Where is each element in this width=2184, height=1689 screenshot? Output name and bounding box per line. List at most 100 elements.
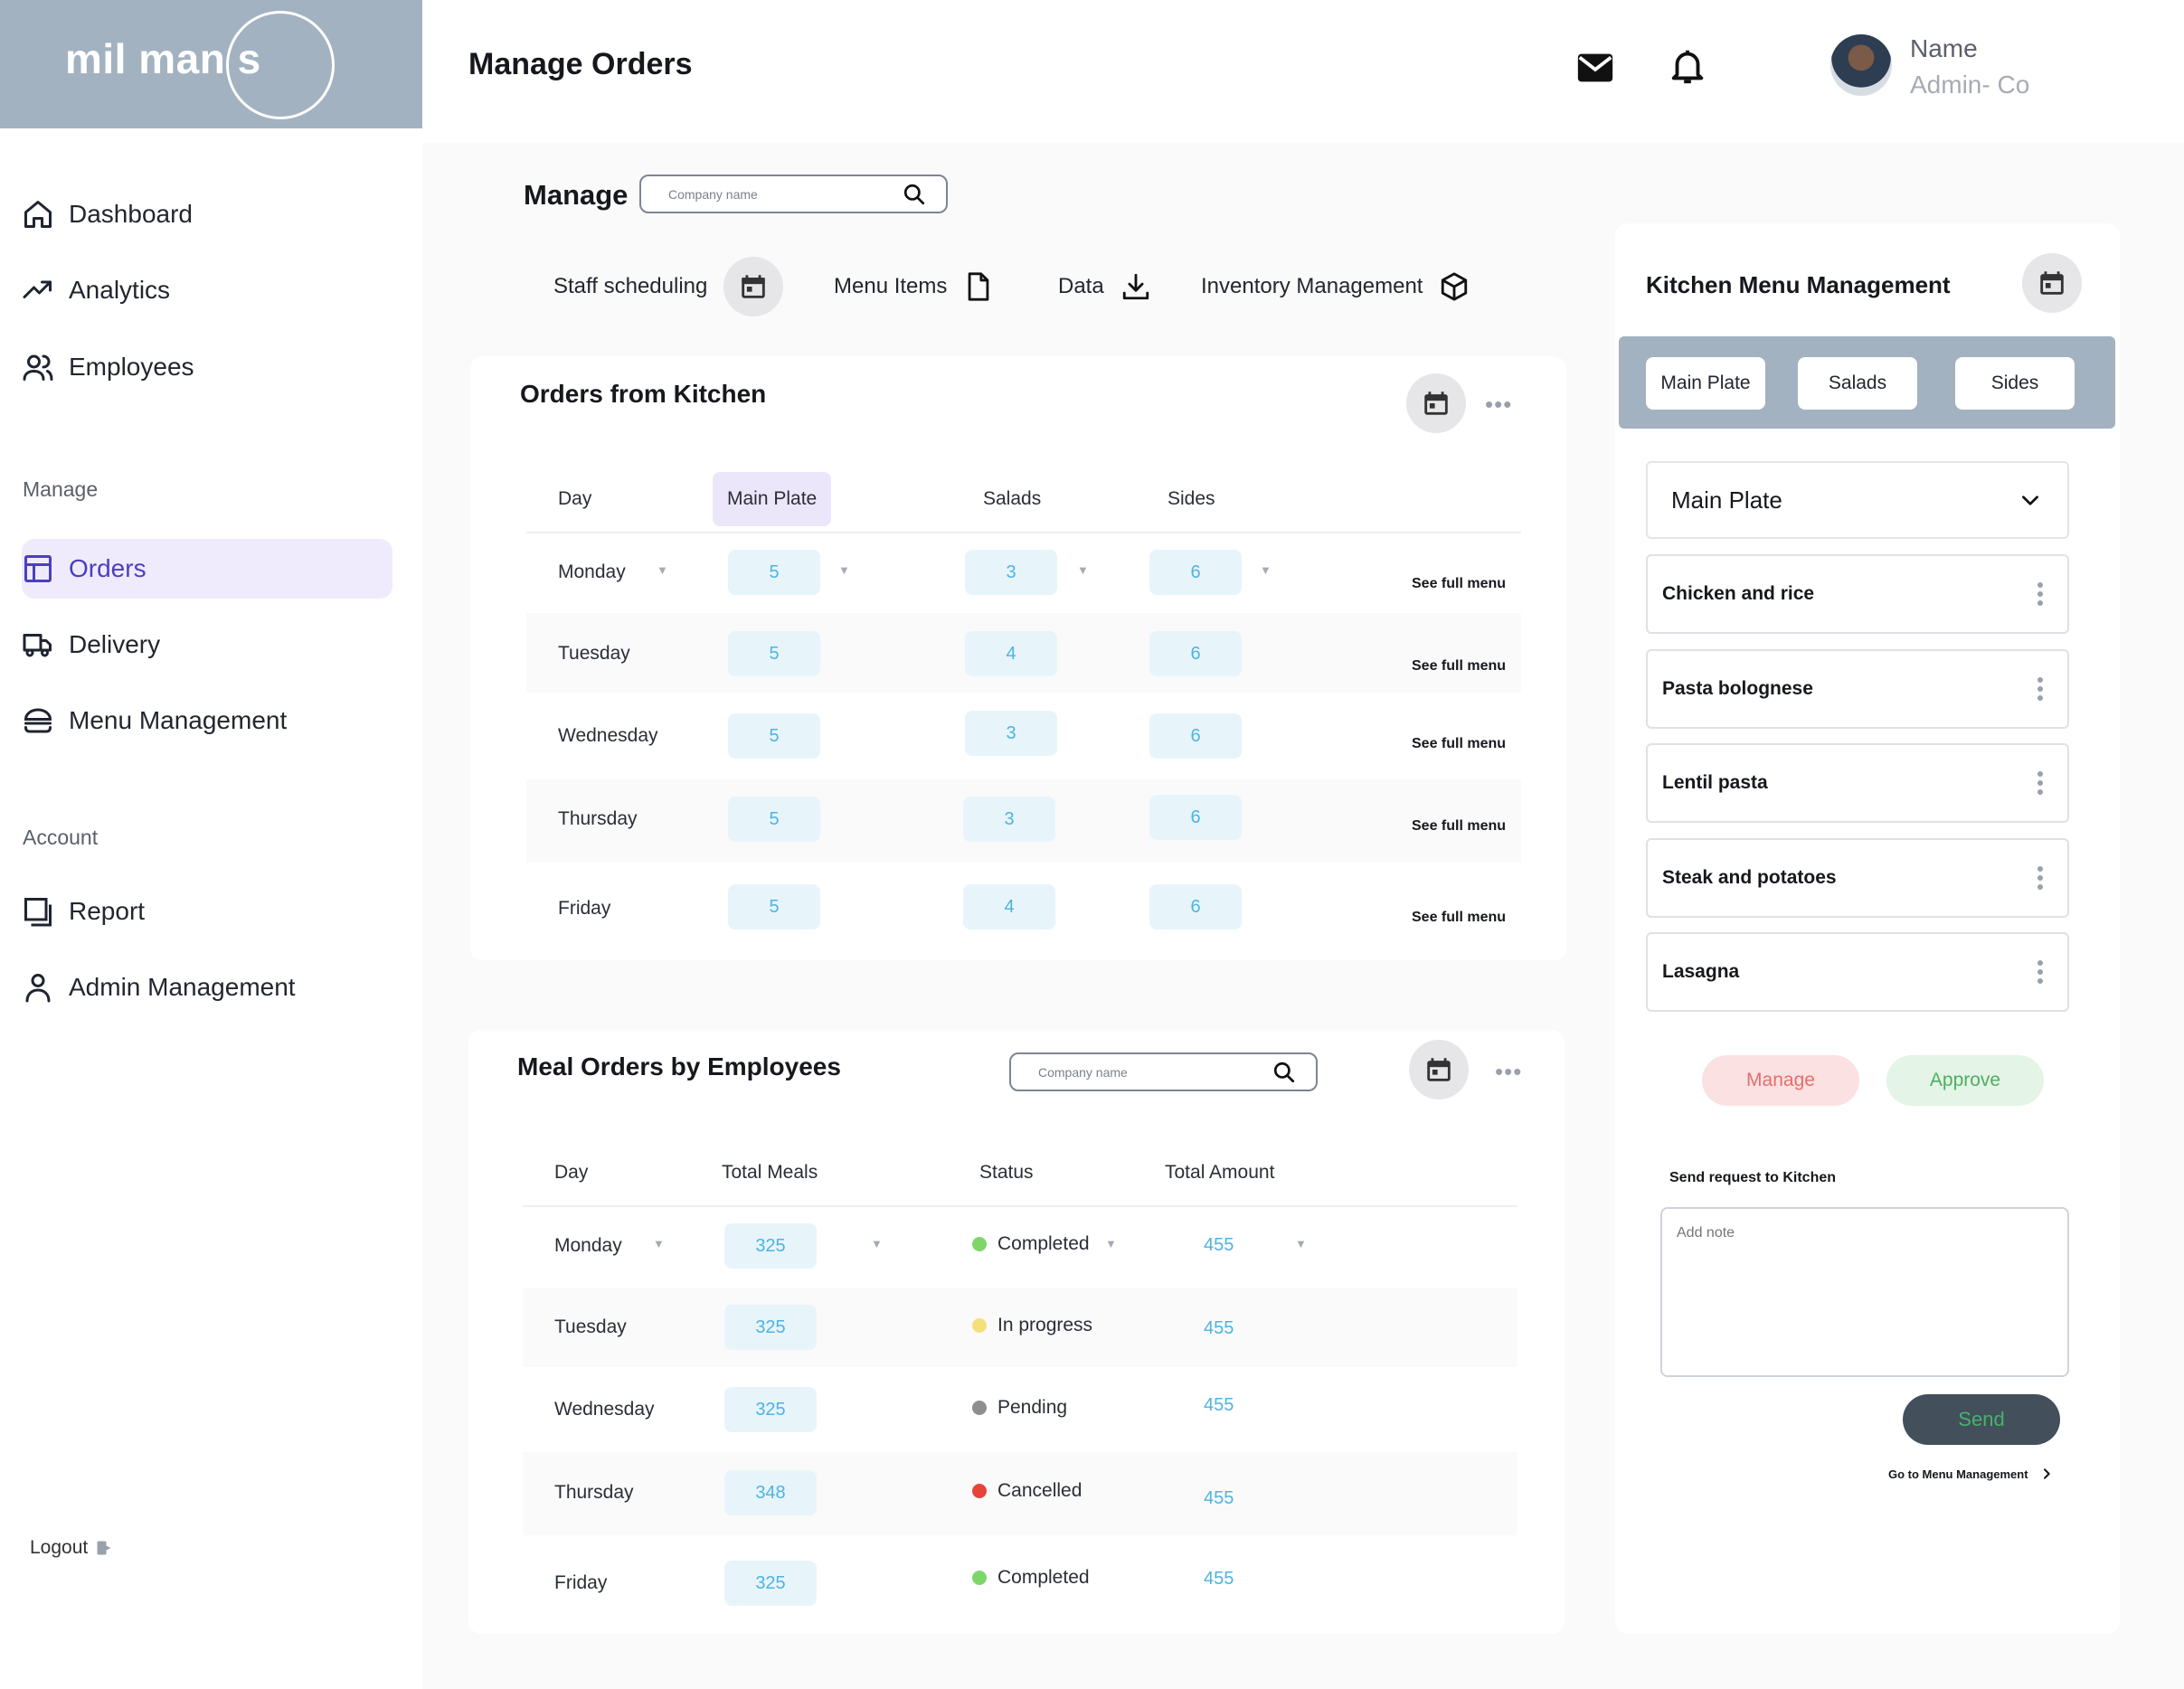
- burger-icon: [24, 708, 52, 733]
- status-badge[interactable]: Completed: [972, 1233, 1090, 1255]
- salads-count[interactable]: 4: [963, 884, 1055, 929]
- sidebar-item-dashboard[interactable]: Dashboard: [22, 184, 392, 244]
- sides-count[interactable]: 6: [1149, 631, 1242, 676]
- sides-count[interactable]: 6: [1149, 713, 1242, 759]
- main-plate-count[interactable]: 5: [728, 631, 820, 676]
- go-to-menu-management-link[interactable]: Go to Menu Management: [1888, 1467, 2054, 1481]
- caret-down-icon[interactable]: ▼: [838, 563, 850, 577]
- caret-down-icon[interactable]: ▼: [1295, 1237, 1307, 1250]
- tab-main-plate[interactable]: Main Plate: [1646, 357, 1765, 410]
- sides-count[interactable]: 6: [1149, 795, 1242, 840]
- kitchen-more-icon[interactable]: •••: [1485, 391, 1512, 419]
- tab-salads[interactable]: Salads: [1798, 357, 1917, 410]
- more-vertical-icon[interactable]: [2037, 675, 2044, 703]
- col-header-total-amount[interactable]: Total Amount: [1165, 1162, 1274, 1184]
- brand-logo[interactable]: mil man s: [0, 0, 422, 128]
- status-badge[interactable]: Cancelled: [972, 1480, 1082, 1502]
- sides-count[interactable]: 6: [1149, 550, 1242, 595]
- logout-button[interactable]: Logout: [30, 1537, 113, 1559]
- col-header-day: Day: [558, 488, 592, 509]
- status-badge[interactable]: Completed: [972, 1567, 1090, 1589]
- see-full-menu-link[interactable]: See full menu: [1412, 736, 1506, 752]
- sidebar-item-analytics[interactable]: Analytics: [22, 260, 392, 320]
- caret-down-icon[interactable]: ▼: [653, 1237, 665, 1250]
- note-textarea[interactable]: [1660, 1207, 2069, 1377]
- employee-more-icon[interactable]: •••: [1495, 1058, 1522, 1086]
- caret-down-icon[interactable]: ▼: [1105, 1237, 1117, 1250]
- sidebar-item-menu-management[interactable]: Menu Management: [22, 691, 392, 750]
- caret-down-icon[interactable]: ▼: [871, 1237, 883, 1250]
- more-vertical-icon[interactable]: [2037, 958, 2044, 986]
- caret-down-icon[interactable]: ▼: [1077, 563, 1089, 577]
- tab-sides[interactable]: Sides: [1955, 357, 2075, 410]
- home-icon: [24, 201, 52, 228]
- see-full-menu-link[interactable]: See full menu: [1412, 576, 1506, 592]
- salads-count[interactable]: 3: [965, 550, 1057, 595]
- sides-count[interactable]: 6: [1149, 884, 1242, 929]
- tool-inventory-management[interactable]: Inventory Management: [1201, 271, 1470, 302]
- total-meals-value[interactable]: 325: [724, 1305, 817, 1350]
- bell-icon[interactable]: [1667, 45, 1708, 87]
- row-day: Monday: [554, 1235, 622, 1256]
- total-meals-value[interactable]: 325: [724, 1561, 817, 1606]
- caret-down-icon[interactable]: ▼: [657, 563, 668, 577]
- sidebar-item-report[interactable]: Report: [22, 882, 392, 941]
- search-placeholder: Company name: [668, 186, 758, 202]
- menu-item[interactable]: Lasagna: [1646, 932, 2069, 1012]
- chevron-right-icon: [2043, 1468, 2050, 1479]
- manage-button[interactable]: Manage: [1702, 1055, 1859, 1106]
- caret-down-icon[interactable]: ▼: [1260, 563, 1272, 577]
- more-vertical-icon[interactable]: [2037, 580, 2044, 608]
- menu-item[interactable]: Lentil pasta: [1646, 743, 2069, 823]
- status-dot: [972, 1237, 987, 1251]
- main-plate-count[interactable]: 5: [728, 884, 820, 929]
- main-plate-count[interactable]: 5: [728, 713, 820, 759]
- main-plate-count[interactable]: 5: [728, 550, 820, 595]
- menu-item[interactable]: Steak and potatoes: [1646, 838, 2069, 918]
- total-meals-value[interactable]: 325: [724, 1387, 817, 1432]
- sidebar-item-employees[interactable]: Employees: [22, 337, 392, 397]
- menu-item[interactable]: Chicken and rice: [1646, 554, 2069, 634]
- status-badge[interactable]: In progress: [972, 1315, 1092, 1336]
- sidebar-item-delivery[interactable]: Delivery: [22, 615, 392, 675]
- status-dot: [972, 1401, 987, 1415]
- approve-button[interactable]: Approve: [1886, 1055, 2044, 1106]
- menu-category-select[interactable]: Main Plate: [1646, 461, 2069, 539]
- company-search-input[interactable]: Company name: [639, 175, 948, 213]
- tool-label: Menu Items: [834, 274, 948, 298]
- mail-icon[interactable]: [1574, 47, 1616, 89]
- row-day: Tuesday: [554, 1316, 627, 1337]
- menu-item[interactable]: Pasta bolognese: [1646, 649, 2069, 729]
- see-full-menu-link[interactable]: See full menu: [1412, 818, 1506, 835]
- salads-count[interactable]: 3: [965, 711, 1057, 756]
- more-vertical-icon[interactable]: [2037, 769, 2044, 797]
- employee-calendar-button[interactable]: [1409, 1040, 1469, 1099]
- employee-search-input[interactable]: Company name: [1009, 1052, 1318, 1091]
- menu-calendar-button[interactable]: [2022, 253, 2082, 313]
- col-header-salads[interactable]: Salads: [983, 488, 1041, 510]
- status-badge[interactable]: Pending: [972, 1397, 1067, 1419]
- total-meals-value[interactable]: 325: [724, 1223, 817, 1269]
- sidebar-item-label: Dashboard: [69, 200, 193, 228]
- col-header-sides[interactable]: Sides: [1168, 488, 1215, 510]
- tool-data[interactable]: Data: [1058, 271, 1151, 302]
- staff-calendar-button[interactable]: [723, 257, 784, 316]
- row-day: Thursday: [558, 808, 638, 829]
- sidebar-item-orders[interactable]: Orders: [22, 539, 392, 599]
- tool-staff-scheduling[interactable]: Staff scheduling: [553, 257, 784, 316]
- total-meals-value[interactable]: 348: [724, 1470, 817, 1515]
- col-header-main-plate[interactable]: Main Plate: [713, 472, 832, 526]
- main-plate-count[interactable]: 5: [728, 797, 820, 842]
- col-header-total-meals[interactable]: Total Meals: [722, 1162, 818, 1184]
- more-vertical-icon[interactable]: [2037, 864, 2044, 892]
- see-full-menu-link[interactable]: See full menu: [1412, 910, 1506, 926]
- col-header-status[interactable]: Status: [979, 1162, 1034, 1184]
- send-button[interactable]: Send: [1903, 1394, 2060, 1445]
- sidebar-item-admin-management[interactable]: Admin Management: [22, 958, 392, 1017]
- salads-count[interactable]: 3: [963, 797, 1055, 842]
- tool-menu-items[interactable]: Menu Items: [834, 271, 994, 302]
- see-full-menu-link[interactable]: See full menu: [1412, 658, 1506, 675]
- kitchen-calendar-button[interactable]: [1406, 373, 1466, 433]
- salads-count[interactable]: 4: [965, 631, 1057, 676]
- avatar[interactable]: [1830, 34, 1892, 96]
